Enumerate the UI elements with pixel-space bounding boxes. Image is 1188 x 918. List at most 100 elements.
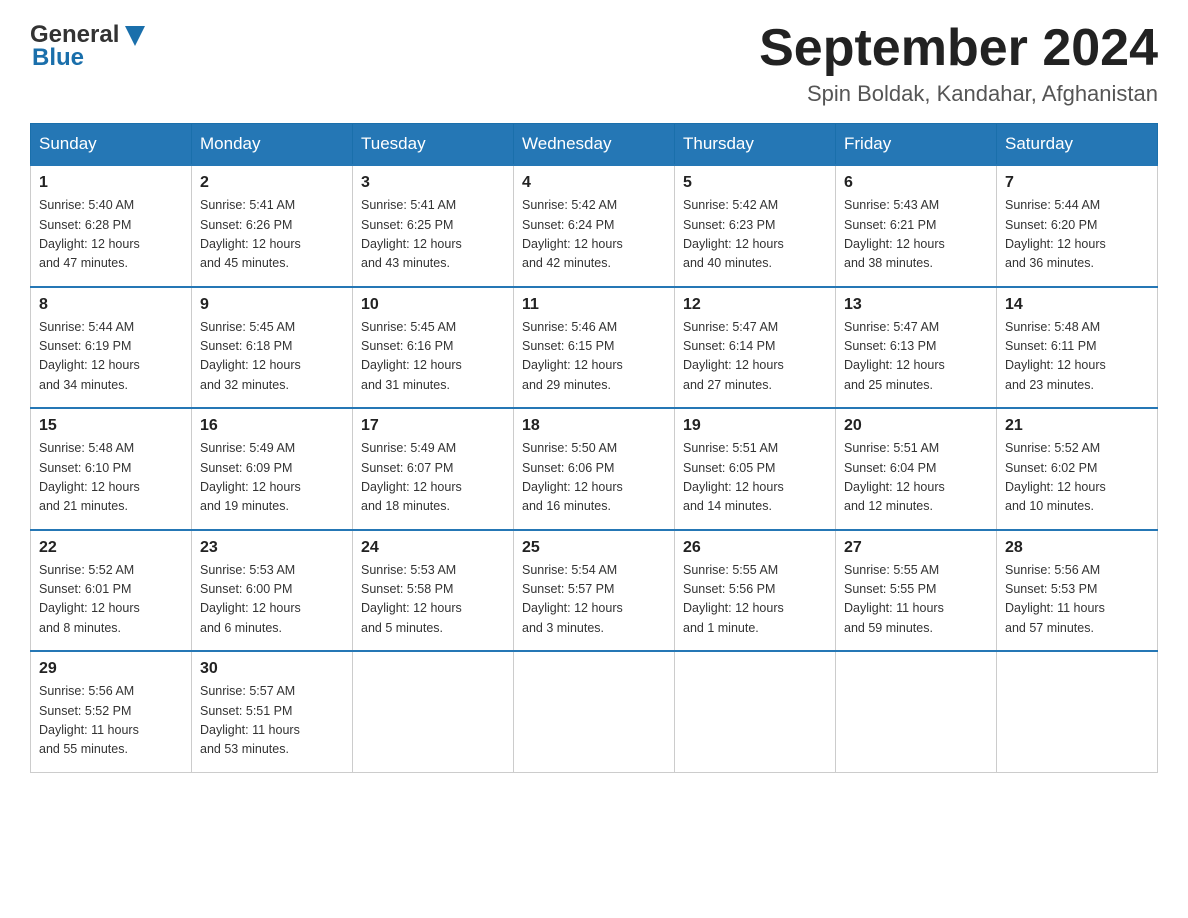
calendar-day-cell: 24 Sunrise: 5:53 AMSunset: 5:58 PMDayligh… (353, 530, 514, 652)
day-info: Sunrise: 5:50 AMSunset: 6:06 PMDaylight:… (522, 439, 666, 517)
day-info: Sunrise: 5:52 AMSunset: 6:02 PMDaylight:… (1005, 439, 1149, 517)
day-info: Sunrise: 5:55 AMSunset: 5:55 PMDaylight:… (844, 561, 988, 639)
day-number: 20 (844, 417, 988, 435)
day-number: 19 (683, 417, 827, 435)
title-area: September 2024 Spin Boldak, Kandahar, Af… (759, 20, 1158, 107)
day-number: 21 (1005, 417, 1149, 435)
day-number: 28 (1005, 539, 1149, 557)
day-info: Sunrise: 5:47 AMSunset: 6:14 PMDaylight:… (683, 318, 827, 396)
day-info: Sunrise: 5:45 AMSunset: 6:18 PMDaylight:… (200, 318, 344, 396)
day-number: 23 (200, 539, 344, 557)
day-number: 24 (361, 539, 505, 557)
calendar-day-cell: 5 Sunrise: 5:42 AMSunset: 6:23 PMDaylight… (675, 165, 836, 287)
day-number: 12 (683, 296, 827, 314)
day-number: 9 (200, 296, 344, 314)
calendar-day-cell: 21 Sunrise: 5:52 AMSunset: 6:02 PMDayligh… (997, 408, 1158, 530)
day-info: Sunrise: 5:44 AMSunset: 6:20 PMDaylight:… (1005, 196, 1149, 274)
day-number: 30 (200, 660, 344, 678)
calendar-week-row: 15Sunrise: 5:48 AMSunset: 6:10 PMDayligh… (31, 408, 1158, 530)
day-info: Sunrise: 5:46 AMSunset: 6:15 PMDaylight:… (522, 318, 666, 396)
weekday-header-friday: Friday (836, 124, 997, 166)
calendar-day-cell: 29Sunrise: 5:56 AMSunset: 5:52 PMDayligh… (31, 651, 192, 772)
calendar-day-cell: 17 Sunrise: 5:49 AMSunset: 6:07 PMDayligh… (353, 408, 514, 530)
day-number: 29 (39, 660, 183, 678)
calendar-day-cell: 28 Sunrise: 5:56 AMSunset: 5:53 PMDayligh… (997, 530, 1158, 652)
logo: General Blue (30, 20, 149, 72)
calendar-day-cell: 4 Sunrise: 5:42 AMSunset: 6:24 PMDaylight… (514, 165, 675, 287)
calendar-day-cell: 26Sunrise: 5:55 AMSunset: 5:56 PMDayligh… (675, 530, 836, 652)
day-info: Sunrise: 5:52 AMSunset: 6:01 PMDaylight:… (39, 561, 183, 639)
calendar-week-row: 1 Sunrise: 5:40 AMSunset: 6:28 PMDaylight… (31, 165, 1158, 287)
day-number: 4 (522, 174, 666, 192)
page-header: General Blue September 2024 Spin Boldak,… (30, 20, 1158, 107)
day-info: Sunrise: 5:48 AMSunset: 6:10 PMDaylight:… (39, 439, 183, 517)
day-info: Sunrise: 5:40 AMSunset: 6:28 PMDaylight:… (39, 196, 183, 274)
calendar-week-row: 22 Sunrise: 5:52 AMSunset: 6:01 PMDayligh… (31, 530, 1158, 652)
day-info: Sunrise: 5:57 AMSunset: 5:51 PMDaylight:… (200, 682, 344, 760)
logo-icon (121, 22, 149, 50)
day-number: 18 (522, 417, 666, 435)
calendar-table: SundayMondayTuesdayWednesdayThursdayFrid… (30, 123, 1158, 773)
calendar-day-cell (997, 651, 1158, 772)
weekday-header-row: SundayMondayTuesdayWednesdayThursdayFrid… (31, 124, 1158, 166)
calendar-day-cell (514, 651, 675, 772)
weekday-header-monday: Monday (192, 124, 353, 166)
calendar-day-cell: 14 Sunrise: 5:48 AMSunset: 6:11 PMDayligh… (997, 287, 1158, 409)
calendar-day-cell: 30 Sunrise: 5:57 AMSunset: 5:51 PMDayligh… (192, 651, 353, 772)
weekday-header-thursday: Thursday (675, 124, 836, 166)
calendar-day-cell (675, 651, 836, 772)
calendar-day-cell: 19 Sunrise: 5:51 AMSunset: 6:05 PMDayligh… (675, 408, 836, 530)
weekday-header-saturday: Saturday (997, 124, 1158, 166)
weekday-header-sunday: Sunday (31, 124, 192, 166)
calendar-day-cell: 7Sunrise: 5:44 AMSunset: 6:20 PMDaylight… (997, 165, 1158, 287)
calendar-day-cell: 15Sunrise: 5:48 AMSunset: 6:10 PMDayligh… (31, 408, 192, 530)
day-info: Sunrise: 5:48 AMSunset: 6:11 PMDaylight:… (1005, 318, 1149, 396)
day-info: Sunrise: 5:45 AMSunset: 6:16 PMDaylight:… (361, 318, 505, 396)
calendar-day-cell: 2Sunrise: 5:41 AMSunset: 6:26 PMDaylight… (192, 165, 353, 287)
day-number: 13 (844, 296, 988, 314)
calendar-day-cell: 20 Sunrise: 5:51 AMSunset: 6:04 PMDayligh… (836, 408, 997, 530)
calendar-day-cell: 10 Sunrise: 5:45 AMSunset: 6:16 PMDayligh… (353, 287, 514, 409)
day-info: Sunrise: 5:49 AMSunset: 6:07 PMDaylight:… (361, 439, 505, 517)
day-info: Sunrise: 5:53 AMSunset: 6:00 PMDaylight:… (200, 561, 344, 639)
calendar-week-row: 29Sunrise: 5:56 AMSunset: 5:52 PMDayligh… (31, 651, 1158, 772)
day-number: 26 (683, 539, 827, 557)
calendar-week-row: 8Sunrise: 5:44 AMSunset: 6:19 PMDaylight… (31, 287, 1158, 409)
day-info: Sunrise: 5:41 AMSunset: 6:26 PMDaylight:… (200, 196, 344, 274)
weekday-header-wednesday: Wednesday (514, 124, 675, 166)
day-info: Sunrise: 5:51 AMSunset: 6:04 PMDaylight:… (844, 439, 988, 517)
calendar-day-cell: 27 Sunrise: 5:55 AMSunset: 5:55 PMDayligh… (836, 530, 997, 652)
month-title: September 2024 (759, 20, 1158, 77)
location-subtitle: Spin Boldak, Kandahar, Afghanistan (759, 81, 1158, 107)
day-number: 17 (361, 417, 505, 435)
day-info: Sunrise: 5:47 AMSunset: 6:13 PMDaylight:… (844, 318, 988, 396)
calendar-day-cell: 9 Sunrise: 5:45 AMSunset: 6:18 PMDaylight… (192, 287, 353, 409)
day-number: 10 (361, 296, 505, 314)
day-number: 22 (39, 539, 183, 557)
day-info: Sunrise: 5:54 AMSunset: 5:57 PMDaylight:… (522, 561, 666, 639)
calendar-day-cell: 25 Sunrise: 5:54 AMSunset: 5:57 PMDayligh… (514, 530, 675, 652)
calendar-day-cell: 23 Sunrise: 5:53 AMSunset: 6:00 PMDayligh… (192, 530, 353, 652)
day-info: Sunrise: 5:49 AMSunset: 6:09 PMDaylight:… (200, 439, 344, 517)
day-number: 5 (683, 174, 827, 192)
day-number: 11 (522, 296, 666, 314)
day-info: Sunrise: 5:41 AMSunset: 6:25 PMDaylight:… (361, 196, 505, 274)
calendar-day-cell: 3Sunrise: 5:41 AMSunset: 6:25 PMDaylight… (353, 165, 514, 287)
calendar-day-cell (836, 651, 997, 772)
day-number: 6 (844, 174, 988, 192)
calendar-day-cell: 18 Sunrise: 5:50 AMSunset: 6:06 PMDayligh… (514, 408, 675, 530)
calendar-day-cell: 16Sunrise: 5:49 AMSunset: 6:09 PMDayligh… (192, 408, 353, 530)
day-number: 27 (844, 539, 988, 557)
calendar-day-cell: 13 Sunrise: 5:47 AMSunset: 6:13 PMDayligh… (836, 287, 997, 409)
day-info: Sunrise: 5:42 AMSunset: 6:24 PMDaylight:… (522, 196, 666, 274)
calendar-day-cell: 12 Sunrise: 5:47 AMSunset: 6:14 PMDayligh… (675, 287, 836, 409)
day-info: Sunrise: 5:56 AMSunset: 5:53 PMDaylight:… (1005, 561, 1149, 639)
calendar-day-cell: 8Sunrise: 5:44 AMSunset: 6:19 PMDaylight… (31, 287, 192, 409)
day-info: Sunrise: 5:53 AMSunset: 5:58 PMDaylight:… (361, 561, 505, 639)
day-number: 1 (39, 174, 183, 192)
day-info: Sunrise: 5:51 AMSunset: 6:05 PMDaylight:… (683, 439, 827, 517)
day-number: 14 (1005, 296, 1149, 314)
day-info: Sunrise: 5:42 AMSunset: 6:23 PMDaylight:… (683, 196, 827, 274)
weekday-header-tuesday: Tuesday (353, 124, 514, 166)
day-number: 25 (522, 539, 666, 557)
